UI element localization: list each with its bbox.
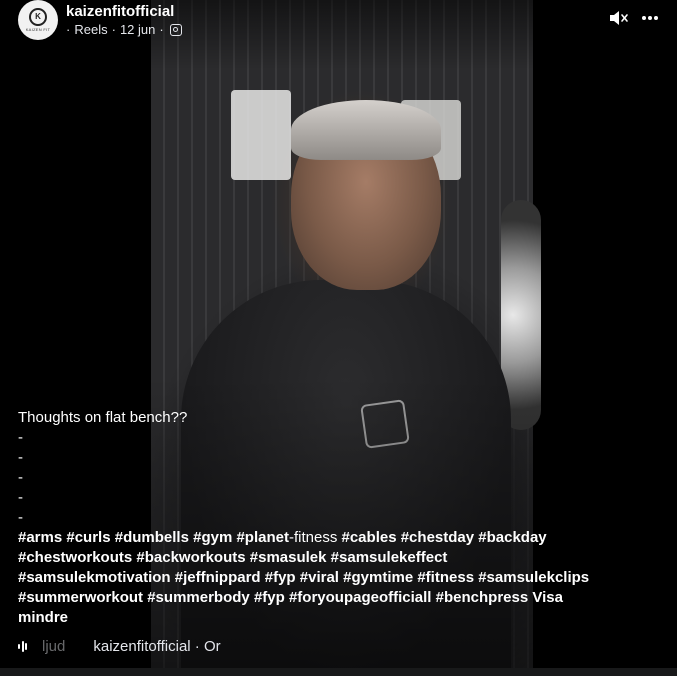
audio-label-faded: ljud: [42, 637, 66, 655]
hashtag-link[interactable]: #cables: [342, 529, 397, 546]
hashtag-link[interactable]: #summerbody: [147, 589, 250, 606]
show-less-link[interactable]: mindre: [18, 609, 68, 626]
hashtag-link[interactable]: #backworkouts: [136, 549, 245, 566]
username-link[interactable]: kaizenfitofficial: [66, 3, 174, 20]
caption-dash: -: [18, 429, 23, 446]
meta-date-link[interactable]: 12 jun: [120, 22, 155, 37]
hashtag-link[interactable]: #fyp: [254, 589, 285, 606]
bottom-divider: [0, 668, 677, 676]
hashtag-link[interactable]: #fitness: [417, 569, 474, 586]
hashtag-link[interactable]: #planet: [236, 529, 289, 546]
avatar[interactable]: K KAIZEN FIT: [18, 0, 58, 40]
hashtag-link[interactable]: #chestworkouts: [18, 549, 132, 566]
caption-dash: -: [18, 449, 23, 466]
reel-viewer[interactable]: K KAIZEN FIT kaizenfitofficial · Reels ·…: [0, 0, 677, 676]
hashtag-link[interactable]: #samsulekclips: [478, 569, 589, 586]
audio-label[interactable]: kaizenfitofficial · Or: [93, 638, 220, 655]
hashtag-link[interactable]: #benchpress: [436, 589, 529, 606]
video-background-light: [231, 90, 291, 180]
hashtag-link[interactable]: #chestday: [401, 529, 474, 546]
hashtag-link[interactable]: #foryoupageofficiall: [289, 589, 432, 606]
hashtag-link[interactable]: #arms: [18, 529, 62, 546]
video-person-hair: [291, 100, 441, 160]
instagram-icon: [169, 23, 182, 36]
hashtag-link[interactable]: #gymtime: [343, 569, 413, 586]
meta-type-link[interactable]: Reels: [74, 22, 107, 37]
avatar-logo-icon: K: [29, 8, 47, 26]
hashtag-line: #samsulekmotivation #jeffnippard #fyp #v…: [18, 568, 618, 588]
meta-separator: ·: [111, 22, 116, 37]
hashtag-link[interactable]: #samsulekeffect: [331, 549, 448, 566]
hashtag-link[interactable]: #jeffnippard: [175, 569, 261, 586]
hashtag-link[interactable]: #dumbells: [115, 529, 189, 546]
hashtag-link[interactable]: #samsulekmotivation: [18, 569, 171, 586]
caption-dash: -: [18, 509, 23, 526]
hashtag-line: #arms #curls #dumbells #gym #planet-fitn…: [18, 528, 618, 548]
caption-hashtags: #arms #curls #dumbells #gym #planet-fitn…: [18, 528, 618, 628]
hashtag-link[interactable]: #summerworkout: [18, 589, 143, 606]
hashtag-line: mindre: [18, 608, 618, 628]
hashtag-line: #chestworkouts #backworkouts #smasulek #…: [18, 548, 618, 568]
hashtag-link[interactable]: #viral: [300, 569, 339, 586]
meta-separator: ·: [66, 22, 71, 37]
post-meta: · Reels · 12 jun ·: [66, 22, 182, 37]
caption-dash: -: [18, 489, 23, 506]
meta-separator: ·: [159, 22, 164, 37]
audio-info[interactable]: ljud kaizenfitofficial · Or: [18, 636, 228, 656]
audio-waveform-icon: [18, 639, 34, 653]
hashtag-link[interactable]: #smasulek: [250, 549, 327, 566]
caption-text: Thoughts on flat bench??: [18, 409, 188, 426]
more-horizontal-icon: [642, 16, 658, 20]
hashtag-link[interactable]: #curls: [66, 529, 110, 546]
post-caption: Thoughts on flat bench?? - - - - - #arms…: [18, 408, 618, 628]
show-less-link[interactable]: Visa: [532, 589, 563, 606]
hashtag-line: #summerworkout #summerbody #fyp #foryoup…: [18, 588, 618, 608]
speaker-muted-icon: [610, 11, 628, 25]
hashtag-link[interactable]: #backday: [478, 529, 546, 546]
caption-dash: -: [18, 469, 23, 486]
more-options-button[interactable]: [640, 8, 660, 28]
avatar-logo-text: KAIZEN FIT: [25, 27, 51, 32]
hashtag-link[interactable]: #gym: [193, 529, 232, 546]
hashtag-link[interactable]: #fyp: [265, 569, 296, 586]
hashtag-text: -fitness: [288, 529, 342, 546]
mute-button[interactable]: [608, 8, 630, 28]
post-header: K KAIZEN FIT kaizenfitofficial · Reels ·…: [18, 0, 658, 44]
